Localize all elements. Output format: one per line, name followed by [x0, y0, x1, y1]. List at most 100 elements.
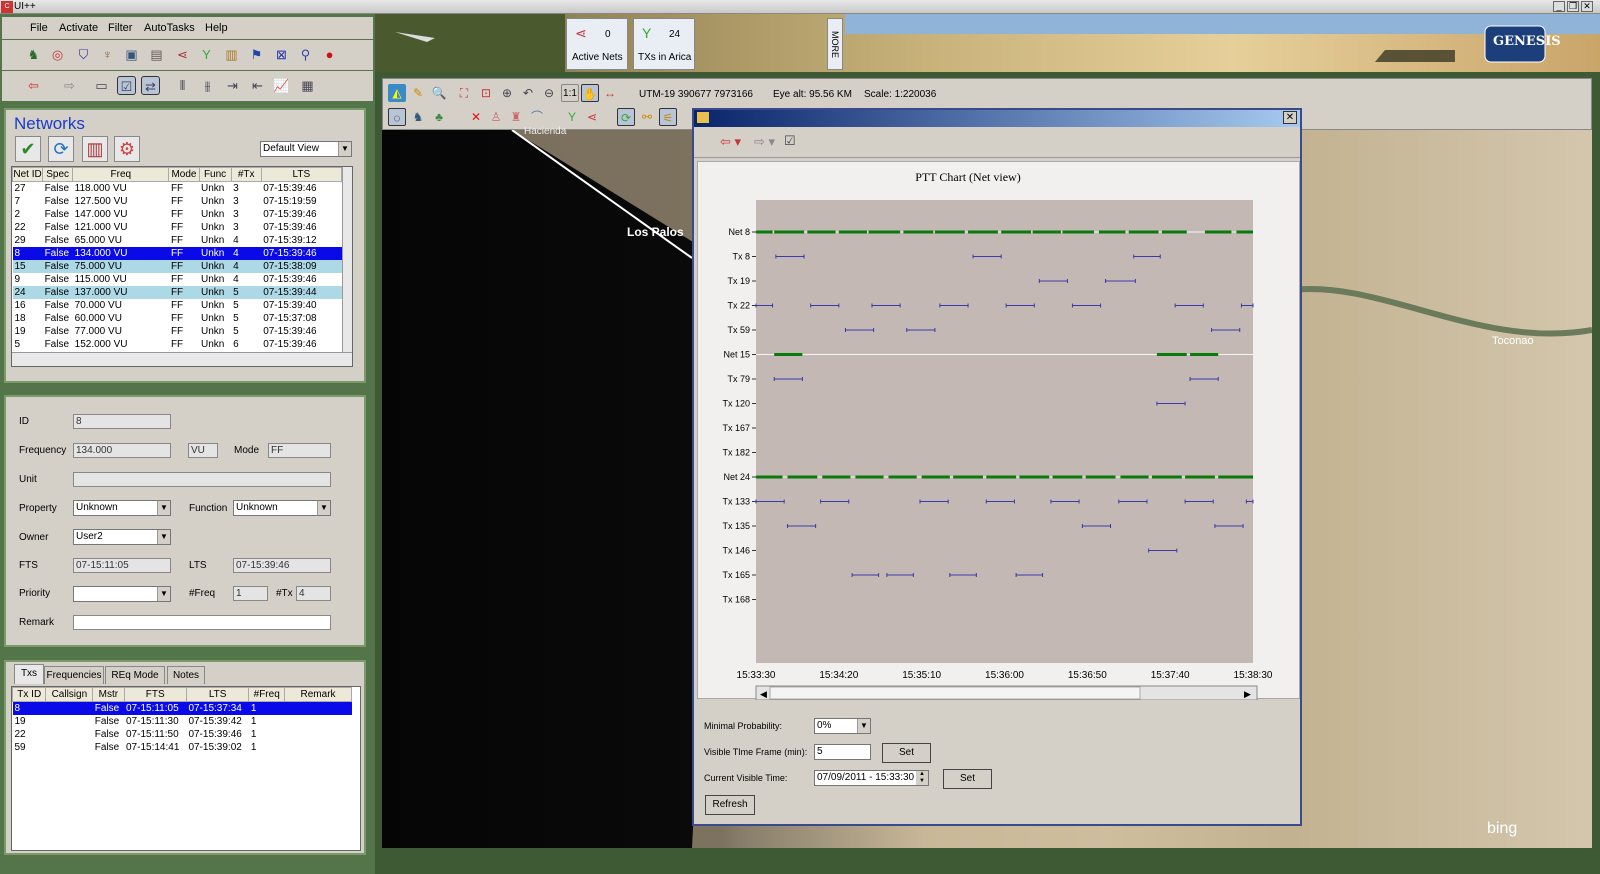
tab-req-mode[interactable]: REq Mode — [105, 666, 165, 684]
radar-icon[interactable]: ▣ — [122, 45, 141, 64]
antenna-icon[interactable]: ♆ — [98, 45, 117, 64]
map-layers-icon[interactable]: ◭ — [388, 84, 406, 102]
column-header-mode[interactable]: Mode — [168, 167, 200, 182]
forward-arrow-icon[interactable]: ⇨ ▾ — [754, 134, 775, 150]
align-icon[interactable]: ⫴ — [173, 76, 192, 95]
table-row[interactable]: 18 False 60.000 VU FF Unkn 5 07-15:37:08 — [13, 312, 342, 325]
table-row[interactable]: 19 False 77.000 VU FF Unkn 5 07-15:39:46 — [13, 325, 342, 338]
tx-map-icon[interactable]: Y — [563, 108, 581, 126]
export-icon[interactable]: ⇥ — [223, 76, 242, 95]
columns-icon[interactable]: ▥ — [82, 136, 108, 162]
table-row[interactable]: 22 False 07-15:11:50 07-15:39:46 1 — [13, 728, 352, 741]
table-row[interactable]: 8 False 07-15:11:05 07-15:37:34 1 — [12, 701, 352, 715]
function-select[interactable]: Unknown ▼ — [233, 500, 331, 516]
more-button[interactable]: MORE — [827, 18, 843, 70]
remark-field[interactable] — [73, 615, 331, 630]
column-header-fts[interactable]: FTS — [123, 687, 187, 702]
column-header-freq[interactable]: Freq — [72, 167, 170, 182]
owner-select[interactable]: User2 ▼ — [73, 529, 171, 545]
networks-vscrollbar[interactable] — [342, 167, 352, 352]
scroll-left-icon[interactable]: ◀ — [760, 689, 767, 699]
list-swap-icon[interactable]: ⇄ — [141, 76, 160, 95]
column-header-lts[interactable]: LTS — [185, 687, 250, 702]
set-time-button[interactable]: Set — [943, 769, 992, 789]
tab-frequencies[interactable]: Frequencies — [44, 666, 104, 684]
import-icon[interactable]: ⇤ — [248, 76, 267, 95]
window-icon[interactable]: ▭ — [92, 76, 111, 95]
checklist-icon[interactable]: ☑ — [784, 133, 796, 149]
pan-hand-icon[interactable]: ✋ — [581, 84, 599, 102]
restore-icon[interactable]: ❐ — [1567, 1, 1579, 12]
nfreq-field[interactable]: 1 — [233, 586, 268, 601]
arc-icon[interactable]: ⌒ — [528, 108, 546, 126]
dialog-close-icon[interactable]: ✕ — [1283, 111, 1297, 124]
soldier-icon[interactable]: ♞ — [24, 45, 43, 64]
measure-icon[interactable]: ↔ — [601, 84, 619, 102]
visible-frame-input[interactable]: 5 — [814, 744, 871, 760]
menu-activate[interactable]: Activate — [59, 22, 98, 34]
route-icon[interactable]: ⚟ — [659, 108, 677, 126]
property-select[interactable]: Unknown ▼ — [73, 500, 171, 516]
table-row[interactable]: 19 False 07-15:11:30 07-15:39:42 1 — [13, 715, 352, 728]
close-icon[interactable]: ✕ — [1581, 1, 1593, 12]
network-icon[interactable]: ⋖ — [173, 45, 192, 64]
column-header-func[interactable]: Func — [198, 167, 232, 182]
ntx-field[interactable]: 4 — [296, 586, 331, 601]
table-row[interactable]: 15 False 75.000 VU FF Unkn 4 07-15:38:09 — [12, 259, 342, 273]
id-field[interactable]: 8 — [73, 414, 171, 429]
scroll-right-icon[interactable]: ▶ — [1244, 689, 1251, 699]
select-region-icon[interactable]: ◌ — [388, 108, 406, 126]
tree-icon[interactable]: ♣ — [430, 108, 448, 126]
target-icon[interactable]: ◎ — [48, 45, 67, 64]
column-header-mstr[interactable]: Mstr — [92, 687, 125, 702]
chart-scroll-thumb[interactable] — [769, 686, 1141, 700]
chart-icon[interactable]: ▥ — [222, 45, 241, 64]
table-row[interactable]: 2 False 147.000 VU FF Unkn 3 07-15:39:46 — [13, 208, 342, 221]
mode-field[interactable]: FF — [268, 443, 331, 458]
align2-icon[interactable]: ⫵ — [198, 76, 217, 95]
envelope-x-icon[interactable]: ⊠ — [272, 45, 291, 64]
zoom-out-icon[interactable]: ⊖ — [540, 84, 558, 102]
active-nets-box[interactable]: ⋖ 0 Active Nets — [566, 18, 628, 70]
menu-autotasks[interactable]: AutoTasks — [144, 22, 195, 34]
table-row[interactable]: 59 False 07-15:14:41 07-15:39:02 1 — [13, 741, 352, 754]
chevron-down-icon[interactable]: ▼ — [157, 587, 170, 601]
forward-arrow-icon[interactable]: ⇨ — [60, 76, 79, 95]
column-header-tx-count[interactable]: #Tx — [230, 167, 262, 182]
zoom-icon[interactable]: 🔍 — [430, 84, 448, 102]
column-header-net-id[interactable]: Net ID — [12, 167, 44, 182]
unit-field[interactable] — [73, 472, 331, 487]
column-header-lts[interactable]: LTS — [260, 167, 343, 182]
column-header-callsign[interactable]: Callsign — [45, 687, 94, 702]
priority-select[interactable]: ▼ — [73, 586, 171, 602]
table-row[interactable]: 7 False 127.500 VU FF Unkn 3 07-15:19:59 — [13, 195, 342, 208]
chevron-down-icon[interactable]: ▼ — [857, 719, 870, 733]
zoom-box-icon[interactable]: ⊡ — [477, 84, 495, 102]
minimize-icon[interactable]: _ — [1553, 1, 1565, 12]
fork-icon[interactable]: Y — [197, 45, 216, 64]
txs-in-arica-box[interactable]: Y 24 TXs in Arica — [633, 18, 695, 70]
refresh-button[interactable]: Refresh — [705, 795, 755, 815]
zoom-in-icon[interactable]: ⊕ — [498, 84, 516, 102]
flag-icon[interactable]: ⚑ — [247, 45, 266, 64]
settings-grid-icon[interactable]: ▦ — [298, 76, 317, 95]
checklist-icon[interactable]: ☑ — [117, 76, 136, 95]
spinner-icon[interactable]: ▲ ▼ — [916, 771, 928, 785]
column-header-spec[interactable]: Spec — [42, 167, 74, 182]
back-arrow-icon[interactable]: ⇦ — [24, 76, 43, 95]
menu-help[interactable]: Help — [205, 22, 228, 34]
pencil-icon[interactable]: ✎ — [409, 84, 427, 102]
ptt-map-icon[interactable]: ⋖ — [583, 108, 601, 126]
column-header-tx-id[interactable]: Tx ID — [11, 687, 47, 702]
chevron-down-icon[interactable]: ▼ — [317, 501, 330, 515]
back-arrow-icon[interactable]: ⇦ ▾ — [720, 134, 741, 150]
table-row[interactable]: 9 False 115.000 VU FF Unkn 4 07-15:39:46 — [13, 273, 342, 286]
tab-txs[interactable]: Txs — [14, 664, 44, 684]
chevron-down-icon[interactable]: ▼ — [157, 530, 170, 544]
table-row[interactable]: 27 False 118.000 VU FF Unkn 3 07-15:39:46 — [13, 182, 342, 195]
lts-field[interactable]: 07-15:39:46 — [233, 558, 331, 573]
refresh-icon[interactable]: ⟳ — [48, 136, 74, 162]
globe-sync-icon[interactable]: ⟳ — [617, 108, 635, 126]
column-header-freq-count[interactable]: #Freq — [248, 687, 286, 702]
vehicle-icon[interactable]: ▤ — [147, 45, 166, 64]
